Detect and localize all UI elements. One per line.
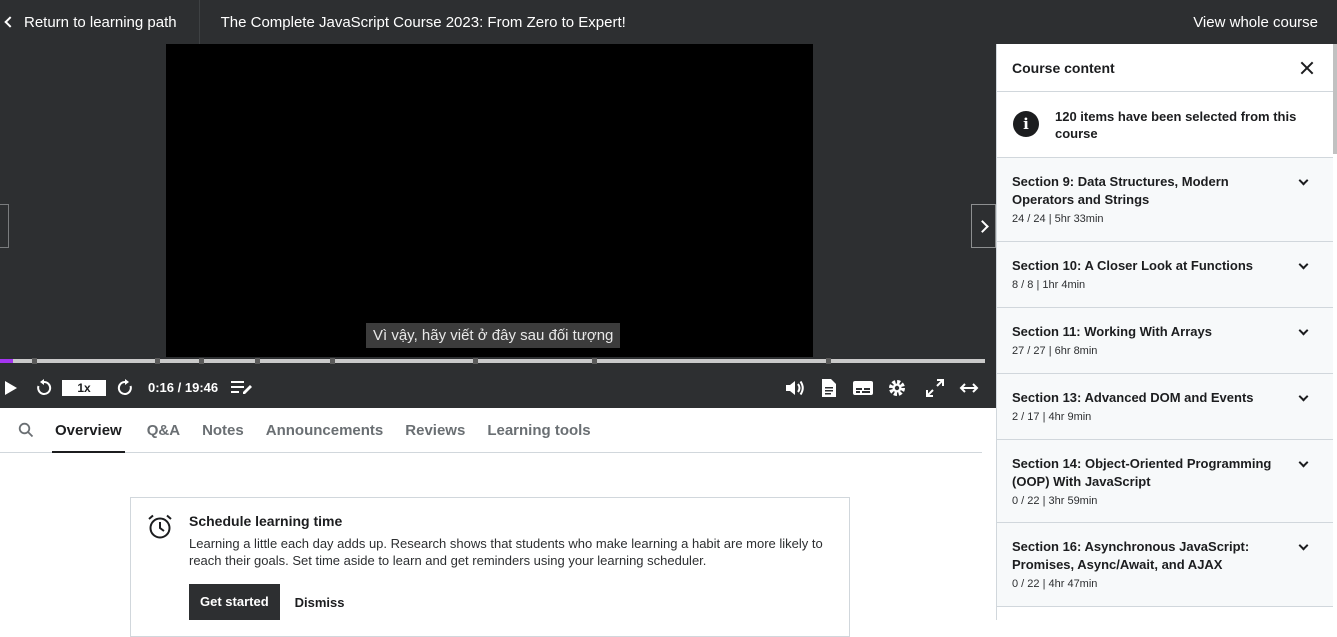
player-controls: 1x 0:16 / 19:46 — [0, 370, 996, 406]
chapter-marker — [155, 358, 160, 364]
next-lecture-button[interactable] — [971, 204, 996, 248]
chapter-marker — [592, 358, 597, 364]
captions-icon — [853, 381, 873, 395]
tab-announcements[interactable]: Announcements — [266, 408, 384, 453]
rewind-button[interactable] — [34, 370, 54, 406]
section-title: Section 9: Data Structures, Modern Opera… — [1012, 174, 1229, 207]
add-note-button[interactable] — [231, 370, 253, 406]
forward-icon — [117, 379, 132, 395]
search-icon — [18, 422, 34, 438]
section-title: Section 16: Asynchronous JavaScript: Pro… — [1012, 539, 1250, 572]
search-tab[interactable] — [0, 408, 52, 453]
chevron-down-icon — [1298, 259, 1309, 270]
forward-button[interactable] — [115, 370, 135, 406]
return-to-learning-path-link[interactable]: Return to learning path — [0, 0, 199, 44]
course-content-sidebar: Course content i 120 items have been sel… — [996, 44, 1333, 620]
chapter-marker — [255, 358, 260, 364]
card-title: Schedule learning time — [189, 513, 343, 529]
volume-button[interactable] — [785, 370, 805, 406]
section-item[interactable]: Section 14: Object-Oriented Programming … — [997, 440, 1333, 523]
video-player[interactable]: Vì vậy, hãy viết ở đây sau đối tượng 1x … — [0, 44, 996, 408]
section-item[interactable]: Section 10: A Closer Look at Functions 8… — [997, 242, 1333, 308]
section-meta: 2 / 17 | 4hr 9min — [1012, 411, 1092, 423]
dismiss-button[interactable]: Dismiss — [295, 595, 345, 610]
tab-notes[interactable]: Notes — [202, 408, 244, 453]
chevron-left-icon — [4, 16, 16, 28]
chevron-down-icon — [1298, 175, 1309, 186]
section-title: Section 14: Object-Oriented Programming … — [1012, 456, 1272, 489]
sidebar-header: Course content — [997, 44, 1333, 92]
chapter-marker — [330, 358, 335, 364]
play-icon — [5, 381, 17, 395]
chevron-down-icon — [1298, 457, 1309, 468]
fullscreen-button[interactable] — [925, 370, 945, 406]
section-item[interactable]: Section 13: Advanced DOM and Events 2 / … — [997, 374, 1333, 440]
sidebar-scrollbar[interactable] — [1333, 44, 1337, 154]
chapter-marker — [826, 358, 831, 364]
progress-fill — [0, 359, 14, 363]
rewind-icon — [37, 379, 52, 395]
volume-icon — [786, 380, 804, 396]
section-meta: 27 / 27 | 6hr 8min — [1012, 345, 1098, 357]
chevron-right-icon — [975, 219, 989, 233]
expanded-view-button[interactable] — [958, 370, 980, 406]
chapter-marker — [199, 358, 204, 364]
progress-bar[interactable] — [0, 358, 985, 364]
view-whole-course-link[interactable]: View whole course — [1193, 14, 1337, 31]
card-description: Learning a little each day adds up. Rese… — [189, 536, 823, 568]
lecture-tabs: Overview Q&A Notes Announcements Reviews… — [0, 408, 982, 453]
close-icon[interactable] — [1300, 61, 1314, 75]
tab-qa[interactable]: Q&A — [147, 408, 180, 453]
subtitle-caption: Vì vậy, hãy viết ở đây sau đối tượng — [366, 323, 621, 348]
get-started-button[interactable]: Get started — [189, 584, 280, 620]
settings-button[interactable] — [887, 370, 907, 406]
time-display: 0:16 / 19:46 — [148, 380, 219, 395]
playback-speed-button[interactable]: 1x — [62, 380, 106, 396]
section-meta: 8 / 8 | 1hr 4min — [1012, 279, 1086, 291]
sidebar-title: Course content — [1012, 59, 1115, 76]
section-item[interactable]: Section 16: Asynchronous JavaScript: Pro… — [997, 523, 1333, 607]
chevron-down-icon — [1298, 540, 1309, 551]
top-bar: Return to learning path The Complete Jav… — [0, 0, 1337, 44]
tab-learning-tools[interactable]: Learning tools — [487, 408, 590, 453]
selection-info: i 120 items have been selected from this… — [997, 92, 1333, 158]
card-actions: Get started Dismiss — [189, 584, 831, 620]
section-title: Section 10: A Closer Look at Functions — [1012, 258, 1254, 273]
section-title: Section 13: Advanced DOM and Events — [1012, 390, 1254, 405]
chevron-down-icon — [1298, 391, 1309, 402]
gear-icon — [889, 380, 905, 396]
section-meta: 24 / 24 | 5hr 33min — [1012, 213, 1104, 225]
chevron-down-icon — [1298, 325, 1309, 336]
transcript-button[interactable] — [820, 370, 838, 406]
alarm-clock-icon — [148, 514, 172, 539]
section-item[interactable]: Section 11: Working With Arrays 27 / 27 … — [997, 308, 1333, 374]
selection-info-text: 120 items have been selected from this c… — [1055, 109, 1297, 141]
section-meta: 0 / 22 | 3hr 59min — [1012, 495, 1098, 507]
chapter-marker — [32, 358, 37, 364]
schedule-learning-card: Schedule learning time Learning a little… — [130, 497, 850, 637]
arrows-horizontal-icon — [959, 383, 979, 393]
return-label: Return to learning path — [24, 13, 177, 31]
info-icon: i — [1013, 111, 1039, 137]
course-title: The Complete JavaScript Course 2023: Fro… — [220, 13, 626, 31]
expand-icon — [926, 379, 944, 397]
section-title: Section 11: Working With Arrays — [1012, 324, 1212, 339]
section-item[interactable]: Section 9: Data Structures, Modern Opera… — [997, 158, 1333, 242]
tab-overview[interactable]: Overview — [52, 408, 125, 453]
transcript-icon — [822, 379, 836, 397]
section-meta: 0 / 22 | 4hr 47min — [1012, 578, 1098, 590]
note-edit-icon — [231, 381, 252, 394]
chapter-marker — [473, 358, 478, 364]
captions-button[interactable] — [852, 370, 874, 406]
play-button[interactable] — [2, 370, 20, 406]
video-frame[interactable] — [166, 44, 813, 357]
tab-reviews[interactable]: Reviews — [405, 408, 465, 453]
previous-lecture-button[interactable] — [0, 204, 9, 248]
